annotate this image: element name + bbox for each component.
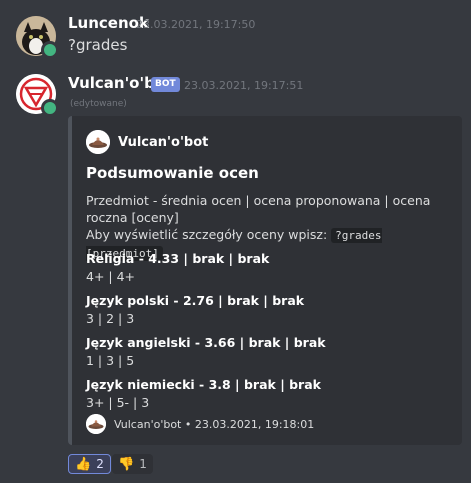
description-text: Aby wyświetlić szczegóły oceny wpisz:	[86, 227, 332, 242]
field-name: Religia - 4.33 | brak | brak	[86, 251, 270, 266]
embed-field: Religia - 4.33 | brak | brak 4+ | 4+	[86, 250, 269, 285]
online-status-dot	[41, 99, 59, 117]
field-value: 3 | 2 | 3	[86, 311, 135, 326]
field-value: 4+ | 4+	[86, 269, 136, 284]
bot-author-icon	[86, 130, 110, 154]
bot-tag: BOT	[151, 77, 180, 92]
description-line: Przedmiot - średnia ocen | ocena propono…	[86, 193, 431, 225]
avatar[interactable]	[16, 74, 59, 117]
edited-label: (edytowane)	[70, 99, 127, 109]
message-content: ?grades	[68, 36, 128, 54]
timestamp: 23.03.2021, 19:17:50	[136, 18, 256, 31]
thumbs-up-icon: 👍	[75, 456, 92, 472]
timestamp: 23.03.2021, 19:17:51	[184, 79, 304, 92]
reaction-thumbs-down[interactable]: 👎 1	[112, 454, 153, 474]
embed-title: Podsumowanie ocen	[86, 164, 259, 182]
field-name: Język angielski - 3.66 | brak | brak	[86, 335, 326, 350]
thumbs-down-icon: 👎	[118, 456, 135, 472]
field-name: Język polski - 2.76 | brak | brak	[86, 293, 305, 308]
bot-footer-icon	[86, 414, 106, 434]
embed-author-name[interactable]: Vulcan'o'bot	[118, 135, 208, 150]
embed-footer: Vulcan'o'bot • 23.03.2021, 19:18:01	[114, 418, 315, 431]
avatar[interactable]	[16, 16, 59, 59]
embed: Vulcan'o'bot Podsumowanie ocen Przedmiot…	[68, 116, 462, 445]
reaction-count: 2	[96, 457, 104, 471]
online-status-dot	[41, 41, 59, 59]
embed-field: Język polski - 2.76 | brak | brak 3 | 2 …	[86, 292, 304, 327]
embed-field: Język angielski - 3.66 | brak | brak 1 |…	[86, 334, 326, 369]
field-value: 3+ | 5- | 3	[86, 395, 150, 410]
field-name: Język niemiecki - 3.8 | brak | brak	[86, 377, 321, 392]
field-value: 1 | 3 | 5	[86, 353, 135, 368]
embed-field: Język niemiecki - 3.8 | brak | brak 3+ |…	[86, 376, 321, 411]
reaction-count: 1	[139, 457, 147, 471]
reaction-thumbs-up[interactable]: 👍 2	[68, 454, 111, 474]
